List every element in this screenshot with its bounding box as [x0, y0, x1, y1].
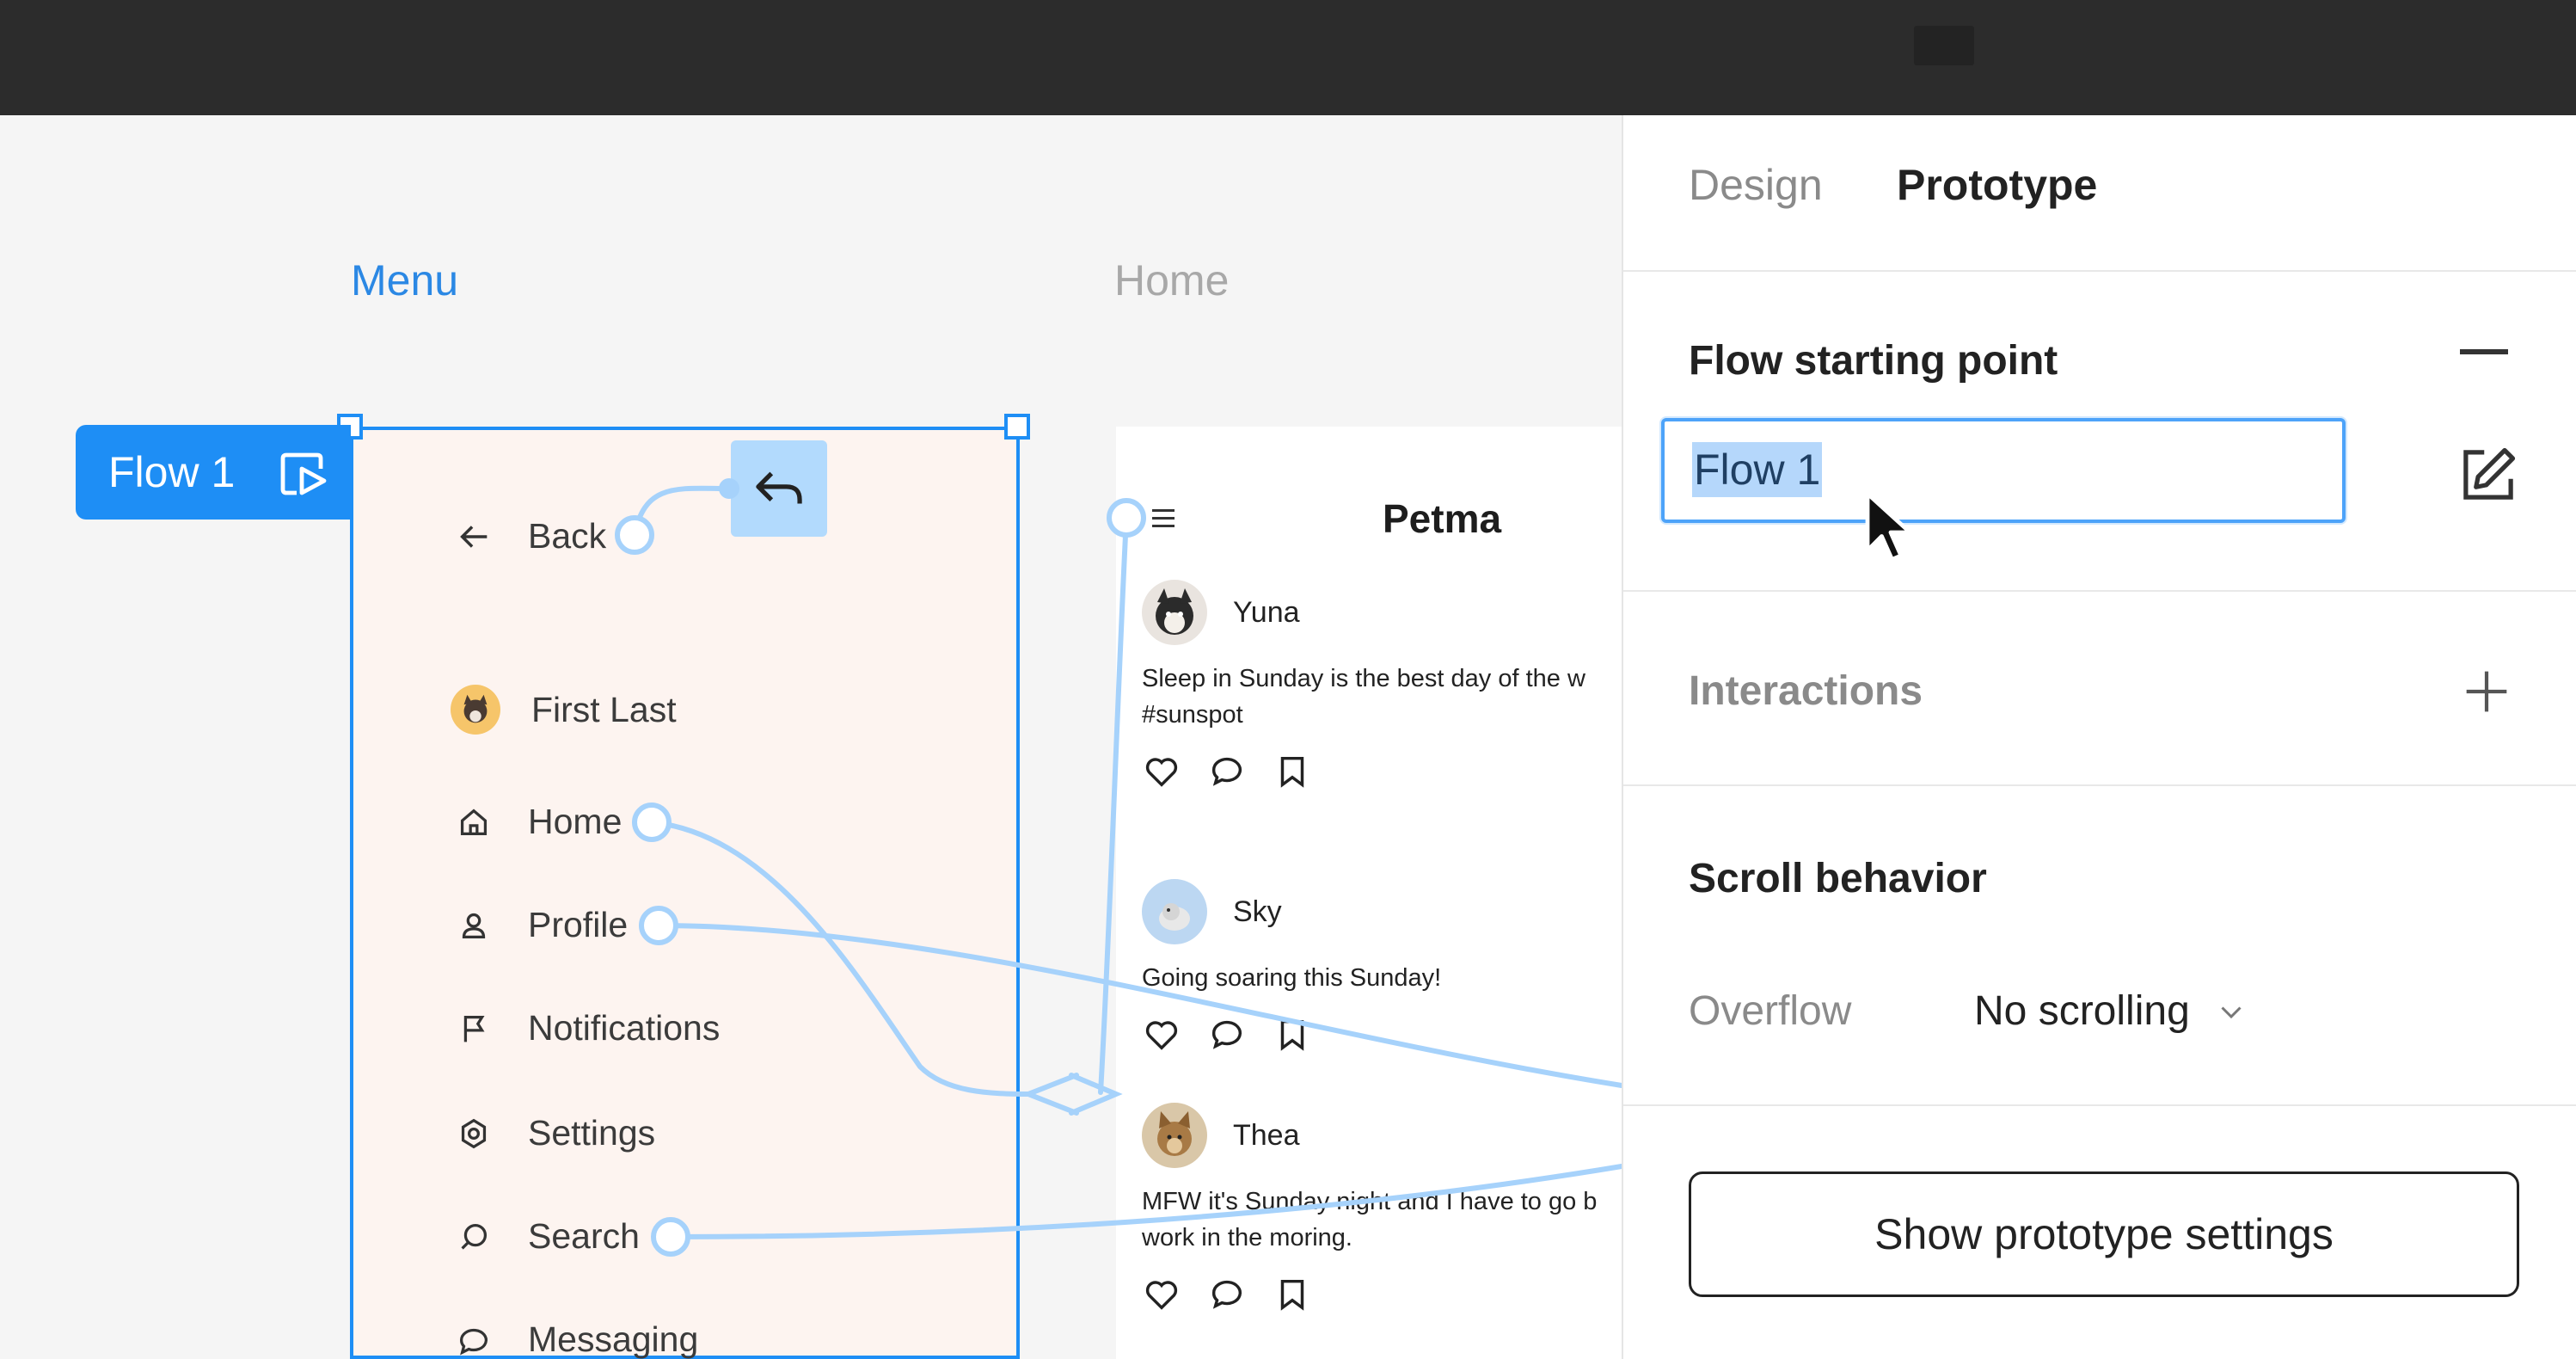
menu-frame-label[interactable]: Menu	[351, 256, 458, 304]
menu-item-home[interactable]: Home	[454, 802, 622, 842]
overflow-value: No scrolling	[1974, 988, 2190, 1034]
user-name: First Last	[531, 689, 677, 729]
heart-icon[interactable]	[1142, 752, 1181, 791]
post-card[interactable]: Sky Going soaring this Sunday!	[1142, 879, 1632, 1055]
menu-item-label: Settings	[528, 1113, 656, 1153]
bookmark-icon[interactable]	[1273, 1275, 1312, 1314]
mouse-cursor-icon	[1865, 491, 1912, 562]
home-frame-label[interactable]: Home	[1114, 256, 1229, 304]
comment-icon[interactable]	[1207, 752, 1247, 791]
menu-item-search[interactable]: Search	[454, 1216, 640, 1257]
interactions-section: Interactions	[1623, 592, 2576, 786]
remove-icon[interactable]	[2460, 349, 2508, 354]
section-title: Scroll behavior	[1689, 856, 1987, 901]
home-frame[interactable]: Petma Yuna Sleep in Sunday is the best d…	[1116, 427, 1632, 1359]
back-label: Back	[528, 516, 607, 556]
properties-panel: Design Prototype Flow starting point Flo…	[1622, 115, 2576, 1359]
comment-icon[interactable]	[1207, 1015, 1247, 1055]
figma-window: Menu Home Petma Yuna Sleep in Sunday is …	[0, 0, 2576, 1359]
post-card[interactable]: Yuna Sleep in Sunday is the best day of …	[1142, 580, 1632, 791]
search-icon	[461, 1223, 488, 1250]
overflow-label: Overflow	[1689, 988, 1852, 1034]
flow-name-input[interactable]: Flow 1	[1661, 418, 2346, 523]
menu-item-settings[interactable]: Settings	[454, 1113, 655, 1153]
flow-name-value: Flow 1	[1692, 442, 1823, 497]
panel-tabs: Design Prototype	[1623, 115, 2576, 272]
post-text: MFW it's Sunday night and I have to go b…	[1142, 1188, 1598, 1251]
reply-arrow-icon	[756, 471, 802, 504]
menu-item-label: Profile	[528, 905, 629, 944]
menu-item-label: Home	[528, 802, 623, 841]
flow-badge[interactable]: Flow 1	[76, 425, 351, 520]
play-flow-icon[interactable]	[276, 445, 331, 500]
tab-design[interactable]: Design	[1689, 160, 1823, 210]
flow-badge-label: Flow 1	[108, 448, 236, 496]
avatar	[1142, 580, 1207, 645]
scroll-behavior-section: Scroll behavior Overflow No scrolling	[1623, 786, 2576, 1106]
post-text: Sleep in Sunday is the best day of the w…	[1142, 665, 1585, 729]
overflow-dropdown[interactable]: No scrolling	[1974, 987, 2247, 1035]
tab-prototype[interactable]: Prototype	[1897, 160, 2097, 210]
back-action-hotspot[interactable]	[731, 440, 827, 537]
show-prototype-settings-button[interactable]: Show prototype settings	[1689, 1171, 2519, 1297]
resize-handle[interactable]	[1004, 414, 1030, 440]
heart-icon[interactable]	[1142, 1275, 1181, 1314]
comment-icon[interactable]	[1207, 1275, 1247, 1314]
avatar	[1142, 879, 1207, 944]
gear-icon	[461, 1118, 487, 1148]
avatar	[451, 685, 500, 735]
menu-item-label: Search	[528, 1216, 640, 1256]
bookmark-icon[interactable]	[1273, 752, 1312, 791]
menu-item-messaging[interactable]: Messaging	[454, 1319, 698, 1359]
user-profile-row[interactable]: First Last	[451, 685, 677, 735]
post-author: Sky	[1233, 895, 1282, 928]
menu-item-notifications[interactable]: Notifications	[454, 1008, 720, 1048]
home-icon	[460, 808, 488, 835]
post-author: Thea	[1233, 1118, 1300, 1152]
avatar	[1142, 1103, 1207, 1168]
section-title: Flow starting point	[1689, 338, 2058, 384]
menu-item-label: Messaging	[528, 1319, 699, 1359]
person-icon	[462, 913, 486, 938]
menu-item-label: Notifications	[528, 1008, 721, 1048]
heart-icon[interactable]	[1142, 1015, 1181, 1055]
bookmark-icon[interactable]	[1273, 1015, 1312, 1055]
menu-item-profile[interactable]: Profile	[454, 905, 628, 945]
plus-icon[interactable]	[2463, 667, 2511, 716]
section-title: Interactions	[1689, 668, 1923, 714]
hamburger-menu-icon	[1152, 509, 1175, 527]
menu-frame[interactable]	[350, 427, 1020, 1359]
app-title: Petma	[1383, 496, 1502, 541]
chat-bubble-icon	[459, 1328, 488, 1355]
toolbar-button[interactable]	[1914, 26, 1974, 65]
arrow-left-icon	[460, 525, 488, 548]
flag-icon	[463, 1015, 485, 1042]
post-text: Going soaring this Sunday!	[1142, 964, 1442, 992]
post-author: Yuna	[1233, 595, 1300, 629]
post-card[interactable]: Thea MFW it's Sunday night and I have to…	[1142, 1103, 1632, 1314]
edit-icon[interactable]	[2456, 442, 2521, 507]
flow-starting-point-section: Flow starting point Flow 1	[1623, 272, 2576, 592]
top-toolbar	[0, 0, 2576, 115]
back-link[interactable]: Back	[454, 516, 606, 557]
chevron-down-icon	[2221, 1005, 2242, 1018]
